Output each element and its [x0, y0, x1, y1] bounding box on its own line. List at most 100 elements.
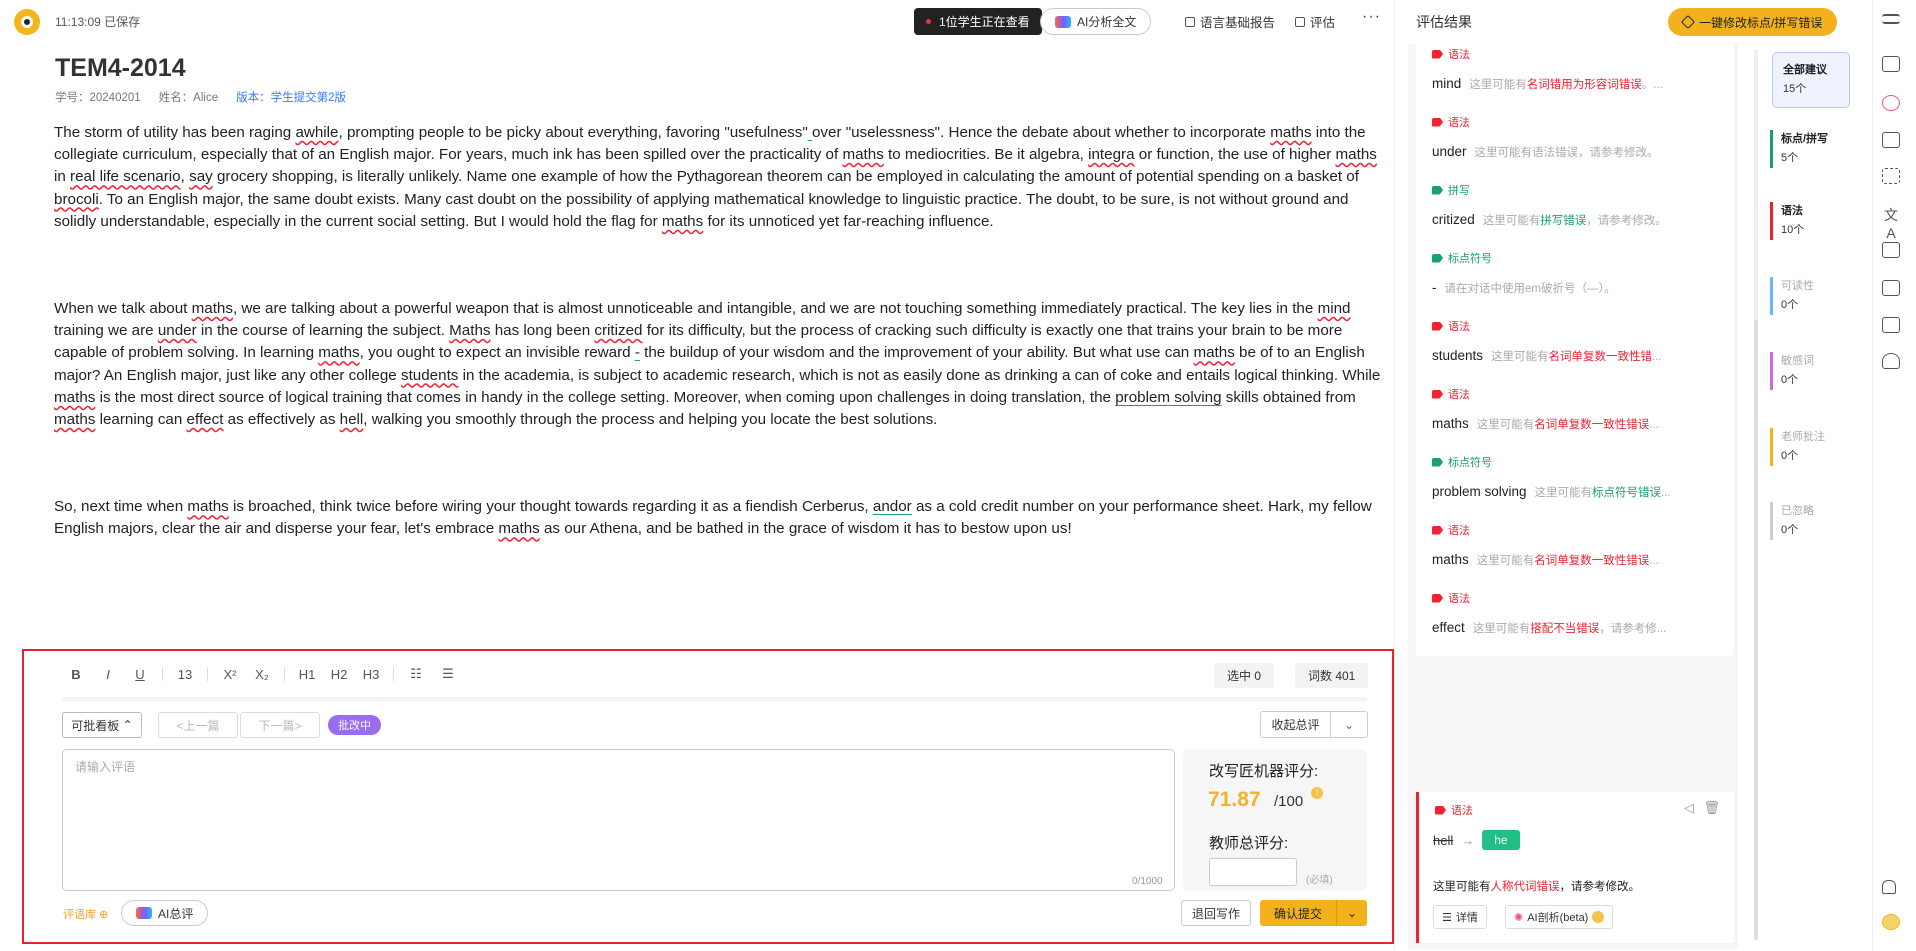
flagged-word[interactable]: maths — [318, 344, 359, 361]
flagged-word[interactable]: maths — [1193, 344, 1234, 361]
flagged-word[interactable]: maths — [662, 213, 703, 230]
comment-library-link[interactable]: 评语库 ⊕ — [63, 906, 108, 922]
comment-input[interactable]: 请输入评语 — [62, 749, 1175, 891]
flagged-word[interactable]: maths — [54, 389, 95, 406]
checklist-icon[interactable] — [1882, 242, 1900, 258]
suggestion-card[interactable]: 语法 students 这里可能有名词单复数一致性错... — [1416, 308, 1734, 384]
suggestion-tag-label: 标点符号 — [1448, 253, 1492, 265]
accept-fix-button[interactable]: he — [1482, 830, 1520, 850]
category-1[interactable]: 全部建议 15个 — [1772, 52, 1850, 108]
flagged-word[interactable]: maths — [1336, 146, 1377, 163]
flagged-word[interactable]: hell — [340, 411, 364, 428]
underline-button[interactable]: U — [124, 667, 156, 682]
suggestion-card[interactable]: 语法 mind 这里可能有名词错用为形容词错误。... — [1416, 36, 1734, 112]
flagged-word[interactable]: brocoli — [54, 191, 99, 208]
teacher-score-input[interactable] — [1209, 858, 1297, 886]
ai-analyze-button[interactable]: AI分析全文 — [1040, 8, 1152, 35]
flagged-word[interactable]: integra — [1088, 146, 1134, 163]
flagged-word[interactable]: mind — [1318, 300, 1351, 317]
italic-button[interactable]: I — [92, 667, 124, 682]
heading3-button[interactable]: H3 — [355, 667, 387, 682]
evaluate-button[interactable]: 评估 — [1295, 12, 1335, 31]
fold-summary-button[interactable]: 收起总评 ⌄ — [1260, 711, 1368, 738]
flagged-word[interactable]: awhile — [295, 124, 338, 141]
flagged-word[interactable]: maths — [1270, 124, 1311, 141]
flagged-word[interactable]: under — [158, 322, 197, 339]
font-size-select[interactable]: 13 — [169, 667, 201, 682]
fix-all-button[interactable]: 一键修改标点/拼写错误 — [1668, 8, 1838, 36]
flagged-word[interactable]: students — [401, 367, 458, 384]
ordered-list-icon[interactable]: ☷ — [400, 666, 432, 682]
tag-icon — [1432, 253, 1443, 263]
suggestion-card[interactable]: 标点符号 problem solving 这里可能有标点符号错误... — [1416, 444, 1734, 520]
suggestion-card[interactable]: 语法 maths 这里可能有名词单复数一致性错误... — [1416, 512, 1734, 588]
collapse-menu-icon[interactable] — [1882, 14, 1900, 24]
category-2[interactable]: 标点/拼写 5个 — [1770, 130, 1850, 168]
ai-app-icon[interactable] — [1882, 95, 1900, 111]
flagged-word[interactable]: effect — [187, 411, 224, 428]
submit-button[interactable]: 确认提交 ⌄ — [1260, 900, 1367, 926]
active-suggestion-card[interactable]: 语法 ◁ 🗑 hell → he 这里可能有人称代词错误，请参考修改。 ☰ 详情 … — [1416, 792, 1734, 943]
details-button[interactable]: ☰ 详情 — [1433, 905, 1487, 929]
board-dropdown[interactable]: 可批看板 ⌃ — [62, 712, 142, 738]
suggestion-text: - 请在对话中使用em破折号（—）。 — [1432, 280, 1616, 296]
return-button[interactable]: 退回写作 — [1181, 900, 1251, 926]
suggestion-text: under 这里可能有语法错误，请参考修改。 — [1432, 144, 1659, 160]
chevron-down-icon[interactable]: ⌄ — [1331, 712, 1367, 737]
category-6[interactable]: 老师批注 0个 — [1770, 428, 1850, 466]
info-icon[interactable]: ! — [1311, 787, 1323, 799]
superscript-button[interactable]: X² — [214, 667, 246, 682]
search-doc-icon[interactable] — [1882, 317, 1900, 333]
suggestion-card[interactable]: 语法 maths 这里可能有名词单复数一致性错误... — [1416, 376, 1734, 452]
flagged-word[interactable]: maths — [54, 411, 95, 428]
suggestion-card[interactable]: 语法 effect 这里可能有搭配不当错误，请参考修... — [1416, 580, 1734, 656]
flagged-word[interactable]: maths — [498, 520, 539, 537]
flagged-word[interactable]: say — [189, 168, 213, 185]
list-icon: ☰ — [1442, 911, 1452, 924]
chevron-down-icon[interactable]: ⌄ — [1337, 900, 1367, 926]
more-icon[interactable]: ··· — [1362, 8, 1381, 26]
flagged-word[interactable]: maths — [192, 300, 233, 317]
next-button[interactable]: 下一篇> — [240, 712, 320, 738]
tag-icon — [1432, 185, 1443, 195]
bullet-list-icon[interactable]: ☰ — [432, 666, 464, 682]
document-icon[interactable] — [1882, 132, 1900, 148]
bell-icon[interactable] — [1882, 880, 1896, 894]
essay-body[interactable]: The storm of utility has been raging awh… — [54, 122, 1384, 606]
category-5[interactable]: 敏感词 0个 — [1770, 352, 1850, 390]
megaphone-icon[interactable]: ◁ — [1684, 800, 1694, 816]
heading1-button[interactable]: H1 — [291, 667, 323, 682]
bold-button[interactable]: B — [60, 667, 92, 682]
flagged-word[interactable]: maths — [842, 146, 883, 163]
translate-icon[interactable]: 文A — [1882, 205, 1900, 241]
category-7[interactable]: 已忽略 0个 — [1770, 502, 1850, 540]
heading2-button[interactable]: H2 — [323, 667, 355, 682]
suggestion-card[interactable]: 标点符号 - 请在对话中使用em破折号（—）。 — [1416, 240, 1734, 316]
puzzle-icon[interactable] — [1882, 353, 1900, 369]
delete-icon[interactable]: 🗑 — [1703, 800, 1720, 816]
suggestion-card[interactable]: 语法 under 这里可能有语法错误，请参考修改。 — [1416, 104, 1734, 180]
flagged-word[interactable]: andor — [873, 498, 912, 515]
flagged-word[interactable]: maths — [187, 498, 228, 515]
flagged-word[interactable]: problem solving — [1115, 389, 1221, 406]
flagged-word[interactable]: critized — [594, 322, 642, 339]
scrollbar-thumb[interactable] — [1754, 320, 1758, 940]
subscript-button[interactable]: X₂ — [246, 667, 278, 682]
hint-error: 名词错用为形容词错误 — [1526, 79, 1642, 91]
category-4[interactable]: 可读性 0个 — [1770, 277, 1850, 315]
clipboard-icon[interactable] — [1882, 56, 1900, 72]
grid-icon[interactable] — [1882, 168, 1900, 184]
suggestion-word: problem solving — [1432, 484, 1527, 499]
version-link[interactable]: 版本：学生提交第2版 — [236, 89, 346, 105]
category-3[interactable]: 语法 10个 — [1770, 202, 1850, 240]
language-report-button[interactable]: 语言基础报告 — [1185, 12, 1275, 31]
viewers-button[interactable]: 1位学生正在查看 — [914, 8, 1042, 35]
prev-button[interactable]: <上一篇 — [158, 712, 238, 738]
ai-summary-button[interactable]: AI总评 — [121, 900, 209, 926]
avatar[interactable] — [1882, 914, 1900, 930]
notebook-icon[interactable] — [1882, 280, 1900, 296]
suggestion-card[interactable]: 拼写 critized 这里可能有拼写错误，请参考修改。 — [1416, 172, 1734, 248]
flagged-word[interactable]: Maths — [449, 322, 490, 339]
flagged-word[interactable]: real life scenario — [70, 168, 181, 185]
ai-analysis-button[interactable]: ✺ AI剖析(beta) — [1505, 905, 1614, 929]
